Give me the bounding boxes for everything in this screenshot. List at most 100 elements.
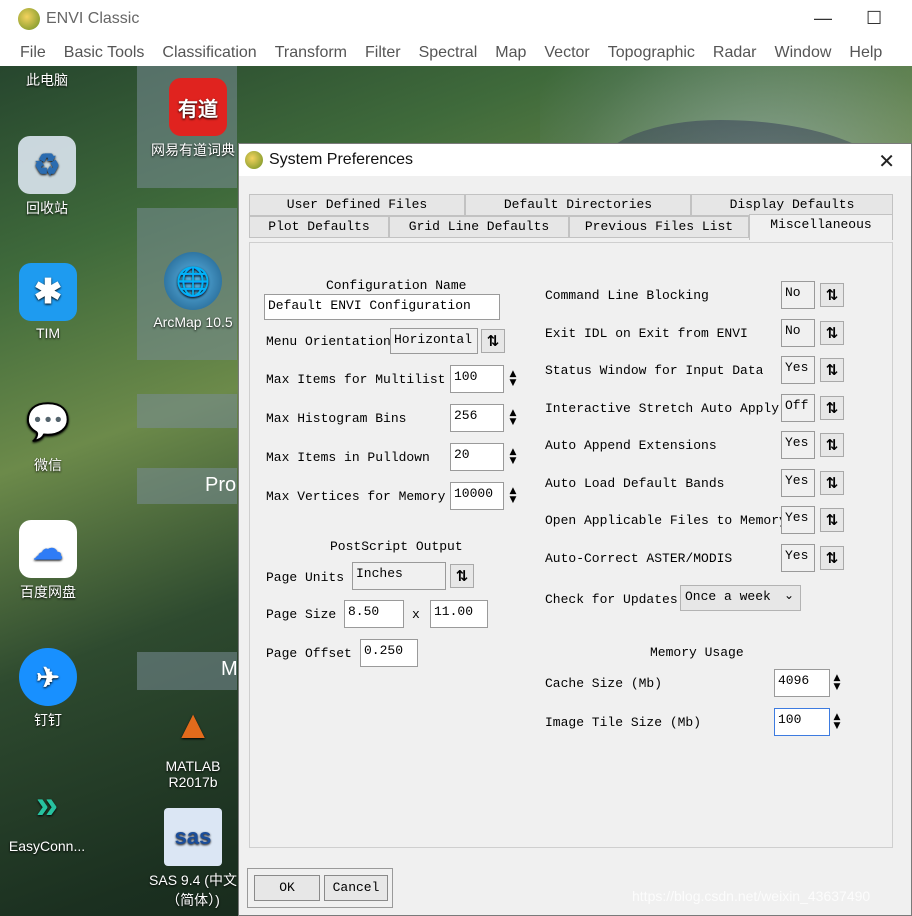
envi-logo-icon xyxy=(18,8,40,30)
desktop-icon-matlab[interactable]: ▲ MATLAB R2017b xyxy=(148,696,238,791)
interactive-stretch-toggle-icon[interactable]: ⇅ xyxy=(820,396,844,420)
tab-miscellaneous[interactable]: Miscellaneous xyxy=(749,214,893,240)
desktop-icon-youdao[interactable]: 有道 网易有道词典 xyxy=(148,78,248,160)
image-tile-field[interactable]: 100 xyxy=(774,708,830,736)
desktop-icon-arcmap[interactable]: 🌐 ArcMap 10.5 xyxy=(148,252,238,330)
tab-plot-defaults[interactable]: Plot Defaults xyxy=(249,216,389,238)
tab-previous-files-list[interactable]: Previous Files List xyxy=(569,216,749,238)
menu-file[interactable]: File xyxy=(0,44,55,62)
envi-logo-icon xyxy=(245,151,263,169)
desktop-icon-wechat[interactable]: 💬 微信 xyxy=(3,393,93,475)
tim-icon: ✱ xyxy=(19,263,77,321)
page-units-toggle-icon[interactable]: ⇅ xyxy=(450,564,474,588)
auto-append-field: Yes xyxy=(781,431,815,459)
image-tile-spinner-icon[interactable]: ▲ ▼ xyxy=(827,709,847,735)
sas-label: SAS 9.4 (中文（简体）) xyxy=(149,872,237,908)
exit-idl-field: No xyxy=(781,319,815,347)
config-name-field[interactable]: Default ENVI Configuration xyxy=(264,294,500,320)
dialog-button-group: OK Cancel xyxy=(247,868,393,908)
check-updates-label: Check for Updates xyxy=(545,592,678,607)
max-vertices-field[interactable]: 10000 xyxy=(450,482,504,510)
menu-map[interactable]: Map xyxy=(486,44,535,62)
menu-filter[interactable]: Filter xyxy=(356,44,410,62)
max-items-multilist-field[interactable]: 100 xyxy=(450,365,504,393)
desktop-icon-easyconnect[interactable]: » EasyConn... xyxy=(2,776,92,855)
recycle-bin-label: 回收站 xyxy=(26,200,68,216)
menu-orientation-toggle-icon[interactable]: ⇅ xyxy=(481,329,505,353)
menu-transform[interactable]: Transform xyxy=(266,44,356,62)
close-icon[interactable]: ✕ xyxy=(878,149,895,174)
ok-button[interactable]: OK xyxy=(254,875,320,901)
desktop-selection-panel xyxy=(137,394,237,428)
command-line-blocking-toggle-icon[interactable]: ⇅ xyxy=(820,283,844,307)
exit-idl-toggle-icon[interactable]: ⇅ xyxy=(820,321,844,345)
menu-help[interactable]: Help xyxy=(840,44,891,62)
miscellaneous-panel: Configuration Name Default ENVI Configur… xyxy=(249,242,893,848)
status-window-field: Yes xyxy=(781,356,815,384)
cache-size-field[interactable]: 4096 xyxy=(774,669,830,697)
menu-orientation-label: Menu Orientation xyxy=(266,334,391,349)
arcmap-label: ArcMap 10.5 xyxy=(153,314,233,330)
desktop-icon-this-pc[interactable]: 此电脑 xyxy=(2,70,92,90)
youdao-label: 网易有道词典 xyxy=(151,142,235,158)
baidu-netdisk-label: 百度网盘 xyxy=(20,584,76,600)
status-window-toggle-icon[interactable]: ⇅ xyxy=(820,358,844,382)
menu-vector[interactable]: Vector xyxy=(535,44,598,62)
auto-load-toggle-icon[interactable]: ⇅ xyxy=(820,471,844,495)
minimize-icon[interactable]: — xyxy=(814,8,832,29)
page-size-x-label: x xyxy=(412,607,420,622)
postscript-output-label: PostScript Output xyxy=(330,539,463,554)
status-window-label: Status Window for Input Data xyxy=(545,363,764,378)
menu-radar[interactable]: Radar xyxy=(704,44,766,62)
csdn-watermark: https://blog.csdn.net/weixin_43637490 xyxy=(632,888,871,904)
desktop-icon-baidu-netdisk[interactable]: ☁ 百度网盘 xyxy=(3,520,93,602)
memory-usage-label: Memory Usage xyxy=(650,645,744,660)
tab-user-defined-files[interactable]: User Defined Files xyxy=(249,194,465,216)
max-histogram-bins-field[interactable]: 256 xyxy=(450,404,504,432)
menu-basic-tools[interactable]: Basic Tools xyxy=(55,44,154,62)
page-offset-field[interactable]: 0.250 xyxy=(360,639,418,667)
auto-load-label: Auto Load Default Bands xyxy=(545,476,725,491)
desktop-icon-tim[interactable]: ✱ TIM xyxy=(3,263,93,341)
desktop-partial-text: M xyxy=(221,658,238,680)
auto-correct-toggle-icon[interactable]: ⇅ xyxy=(820,546,844,570)
max-histogram-bins-spinner-icon[interactable]: ▲ ▼ xyxy=(503,405,523,431)
max-items-multilist-label: Max Items for Multilist xyxy=(266,372,446,387)
maximize-icon[interactable]: ☐ xyxy=(866,8,882,29)
menu-orientation-field: Horizontal xyxy=(390,328,478,354)
baidu-netdisk-icon: ☁ xyxy=(19,520,77,578)
open-applicable-toggle-icon[interactable]: ⇅ xyxy=(820,508,844,532)
page-size-width-field[interactable]: 8.50 xyxy=(344,600,404,628)
desktop-icon-recycle-bin[interactable]: ♻ 回收站 xyxy=(2,136,92,218)
desktop-icon-sas[interactable]: sas SAS 9.4 (中文（简体）) xyxy=(148,808,238,910)
max-items-pulldown-spinner-icon[interactable]: ▲ ▼ xyxy=(503,444,523,470)
cancel-button[interactable]: Cancel xyxy=(324,875,388,901)
menu-spectral[interactable]: Spectral xyxy=(410,44,487,62)
tab-grid-line-defaults[interactable]: Grid Line Defaults xyxy=(389,216,569,238)
app-menubar: File Basic Tools Classification Transfor… xyxy=(0,40,912,66)
max-items-pulldown-field[interactable]: 20 xyxy=(450,443,504,471)
tab-display-defaults[interactable]: Display Defaults xyxy=(691,194,893,216)
tab-default-directories[interactable]: Default Directories xyxy=(465,194,691,216)
matlab-icon: ▲ xyxy=(173,702,213,747)
max-histogram-bins-label: Max Histogram Bins xyxy=(266,411,407,426)
interactive-stretch-field: Off xyxy=(781,394,815,422)
wechat-label: 微信 xyxy=(34,457,62,473)
check-updates-dropdown[interactable]: Once a week ⌄ xyxy=(680,585,801,611)
desktop-partial-text: Pro xyxy=(205,474,237,496)
page-units-field: Inches xyxy=(352,562,446,590)
open-applicable-field: Yes xyxy=(781,506,815,534)
cache-size-spinner-icon[interactable]: ▲ ▼ xyxy=(827,670,847,696)
max-vertices-spinner-icon[interactable]: ▲ ▼ xyxy=(503,483,523,509)
page-size-height-field[interactable]: 11.00 xyxy=(430,600,488,628)
menu-window[interactable]: Window xyxy=(766,44,841,62)
menu-classification[interactable]: Classification xyxy=(153,44,265,62)
menu-topographic[interactable]: Topographic xyxy=(599,44,704,62)
auto-correct-field: Yes xyxy=(781,544,815,572)
easyconnect-label: EasyConn... xyxy=(8,838,86,854)
auto-append-toggle-icon[interactable]: ⇅ xyxy=(820,433,844,457)
cache-size-label: Cache Size (Mb) xyxy=(545,676,663,691)
desktop-icon-dingtalk[interactable]: ✈ 钉钉 xyxy=(3,648,93,730)
max-items-multilist-spinner-icon[interactable]: ▲ ▼ xyxy=(503,366,523,392)
auto-correct-label: Auto-Correct ASTER/MODIS xyxy=(545,551,733,566)
